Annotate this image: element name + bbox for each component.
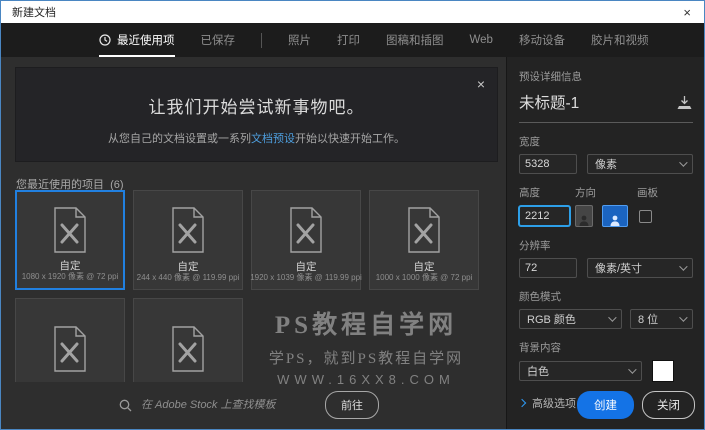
height-label: 高度 <box>519 185 575 200</box>
recent-card[interactable] <box>15 298 125 382</box>
tab-label: 最近使用项 <box>117 32 175 48</box>
recent-card[interactable]: 自定 1000 x 1000 像素 @ 72 ppi <box>369 190 479 290</box>
create-button[interactable]: 创建 <box>577 391 634 419</box>
portrait-orientation-button[interactable] <box>575 205 593 227</box>
tab-web[interactable]: Web <box>470 25 493 55</box>
portrait-icon <box>578 214 590 226</box>
chevron-down-icon <box>608 313 616 321</box>
tab-label: 移动设备 <box>519 32 565 48</box>
chevron-right-icon <box>518 399 526 407</box>
document-x-icon <box>50 206 90 254</box>
color-mode-label: 颜色模式 <box>519 289 693 304</box>
search-icon <box>119 399 132 412</box>
background-color-swatch[interactable] <box>652 360 674 382</box>
resolution-label: 分辨率 <box>519 238 693 253</box>
dialog-actions: 创建 关闭 <box>577 391 695 419</box>
recent-card[interactable]: 自定 1920 x 1039 像素 @ 119.99 ppi <box>251 190 361 290</box>
recent-cards-grid: 自定 1080 x 1920 像素 @ 72 ppi 自定 244 x 440 … <box>15 190 495 382</box>
close-icon: × <box>683 5 691 20</box>
chevron-down-icon <box>628 365 636 373</box>
tab-mobile[interactable]: 移动设备 <box>519 23 565 57</box>
chevron-down-icon <box>679 313 687 321</box>
document-title[interactable]: 未标题-1 <box>519 91 579 113</box>
stock-search-bar: 前往 <box>119 391 379 419</box>
landscape-orientation-button[interactable] <box>602 205 628 227</box>
artboard-label: 画板 <box>637 185 658 200</box>
tab-divider <box>261 33 262 48</box>
tab-print[interactable]: 打印 <box>337 23 360 57</box>
orientation-label: 方向 <box>575 185 637 200</box>
document-title-row: 未标题-1 <box>519 91 693 123</box>
card-name: 自定 <box>414 261 435 273</box>
welcome-banner: × 让我们开始尝试新事物吧。 从您自己的文档设置或一系列文档预设开始以快速开始工… <box>15 67 498 162</box>
card-name: 自定 <box>178 261 199 273</box>
color-mode-select[interactable]: RGB 颜色 <box>519 309 622 329</box>
tab-label: Web <box>470 34 493 46</box>
tab-label: 胶片和视频 <box>591 32 649 48</box>
close-icon: × <box>477 76 485 92</box>
recent-card[interactable]: 自定 1080 x 1920 像素 @ 72 ppi <box>15 190 125 290</box>
window-title: 新建文档 <box>12 4 56 20</box>
bit-depth-select[interactable]: 8 位 <box>630 309 693 329</box>
card-name: 自定 <box>60 260 81 272</box>
window-close-button[interactable]: × <box>680 6 694 19</box>
landscape-icon <box>609 214 621 226</box>
stock-search-input[interactable] <box>141 399 316 411</box>
chevron-down-icon <box>679 158 687 166</box>
go-button[interactable]: 前往 <box>325 391 379 419</box>
background-contents-select[interactable]: 白色 <box>519 361 642 381</box>
width-input[interactable] <box>519 154 577 174</box>
card-dims: 1000 x 1000 像素 @ 72 ppi <box>376 273 473 283</box>
card-dims: 1080 x 1920 像素 @ 72 ppi <box>22 272 119 282</box>
close-button[interactable]: 关闭 <box>642 391 695 419</box>
document-x-icon <box>168 325 208 373</box>
preset-details-panel: 预设详细信息 未标题-1 宽度 像素 高度 方向 画板 <box>506 57 704 430</box>
clock-icon <box>99 34 111 46</box>
recent-files-area: × 让我们开始尝试新事物吧。 从您自己的文档设置或一系列文档预设开始以快速开始工… <box>1 57 506 430</box>
tab-label: 已保存 <box>201 32 236 48</box>
document-x-icon <box>286 206 326 254</box>
document-x-icon <box>168 206 208 254</box>
preset-details-label: 预设详细信息 <box>519 69 693 84</box>
tab-label: 图稿和插图 <box>386 32 444 48</box>
advanced-options-label: 高级选项 <box>532 395 576 411</box>
banner-title: 让我们开始尝试新事物吧。 <box>16 93 497 118</box>
artboard-checkbox[interactable] <box>639 210 652 223</box>
save-preset-icon[interactable] <box>676 95 693 110</box>
width-unit-select[interactable]: 像素 <box>587 154 693 174</box>
document-x-icon <box>50 325 90 373</box>
titlebar: 新建文档 × <box>1 1 704 23</box>
resolution-input[interactable] <box>519 258 577 278</box>
tab-photo[interactable]: 照片 <box>288 23 311 57</box>
tabbar: 最近使用项 已保存 照片 打印 图稿和插图 Web 移动设备 胶片和视频 <box>1 23 704 57</box>
new-document-dialog: 新建文档 × 最近使用项 已保存 照片 打印 图稿和插图 Web 移动设备 胶片… <box>0 0 705 430</box>
card-dims: 244 x 440 像素 @ 119.99 ppi <box>137 273 240 283</box>
document-presets-link[interactable]: 文档预设 <box>251 133 295 145</box>
document-x-icon <box>404 206 444 254</box>
tab-art-illustration[interactable]: 图稿和插图 <box>386 23 444 57</box>
tab-saved[interactable]: 已保存 <box>201 23 236 57</box>
recent-card[interactable] <box>133 298 243 382</box>
background-contents-label: 背景内容 <box>519 340 693 355</box>
chevron-down-icon <box>679 262 687 270</box>
card-dims: 1920 x 1039 像素 @ 119.99 ppi <box>250 273 362 283</box>
tab-recent[interactable]: 最近使用项 <box>99 23 175 57</box>
banner-close-button[interactable]: × <box>477 77 485 91</box>
card-name: 自定 <box>296 261 317 273</box>
height-input[interactable] <box>519 206 570 226</box>
recent-card[interactable]: 自定 244 x 440 像素 @ 119.99 ppi <box>133 190 243 290</box>
tab-label: 照片 <box>288 32 311 48</box>
banner-subtitle: 从您自己的文档设置或一系列文档预设开始以快速开始工作。 <box>16 130 497 146</box>
tab-label: 打印 <box>337 32 360 48</box>
tab-film-video[interactable]: 胶片和视频 <box>591 23 649 57</box>
resolution-unit-select[interactable]: 像素/英寸 <box>587 258 693 278</box>
width-label: 宽度 <box>519 134 693 149</box>
